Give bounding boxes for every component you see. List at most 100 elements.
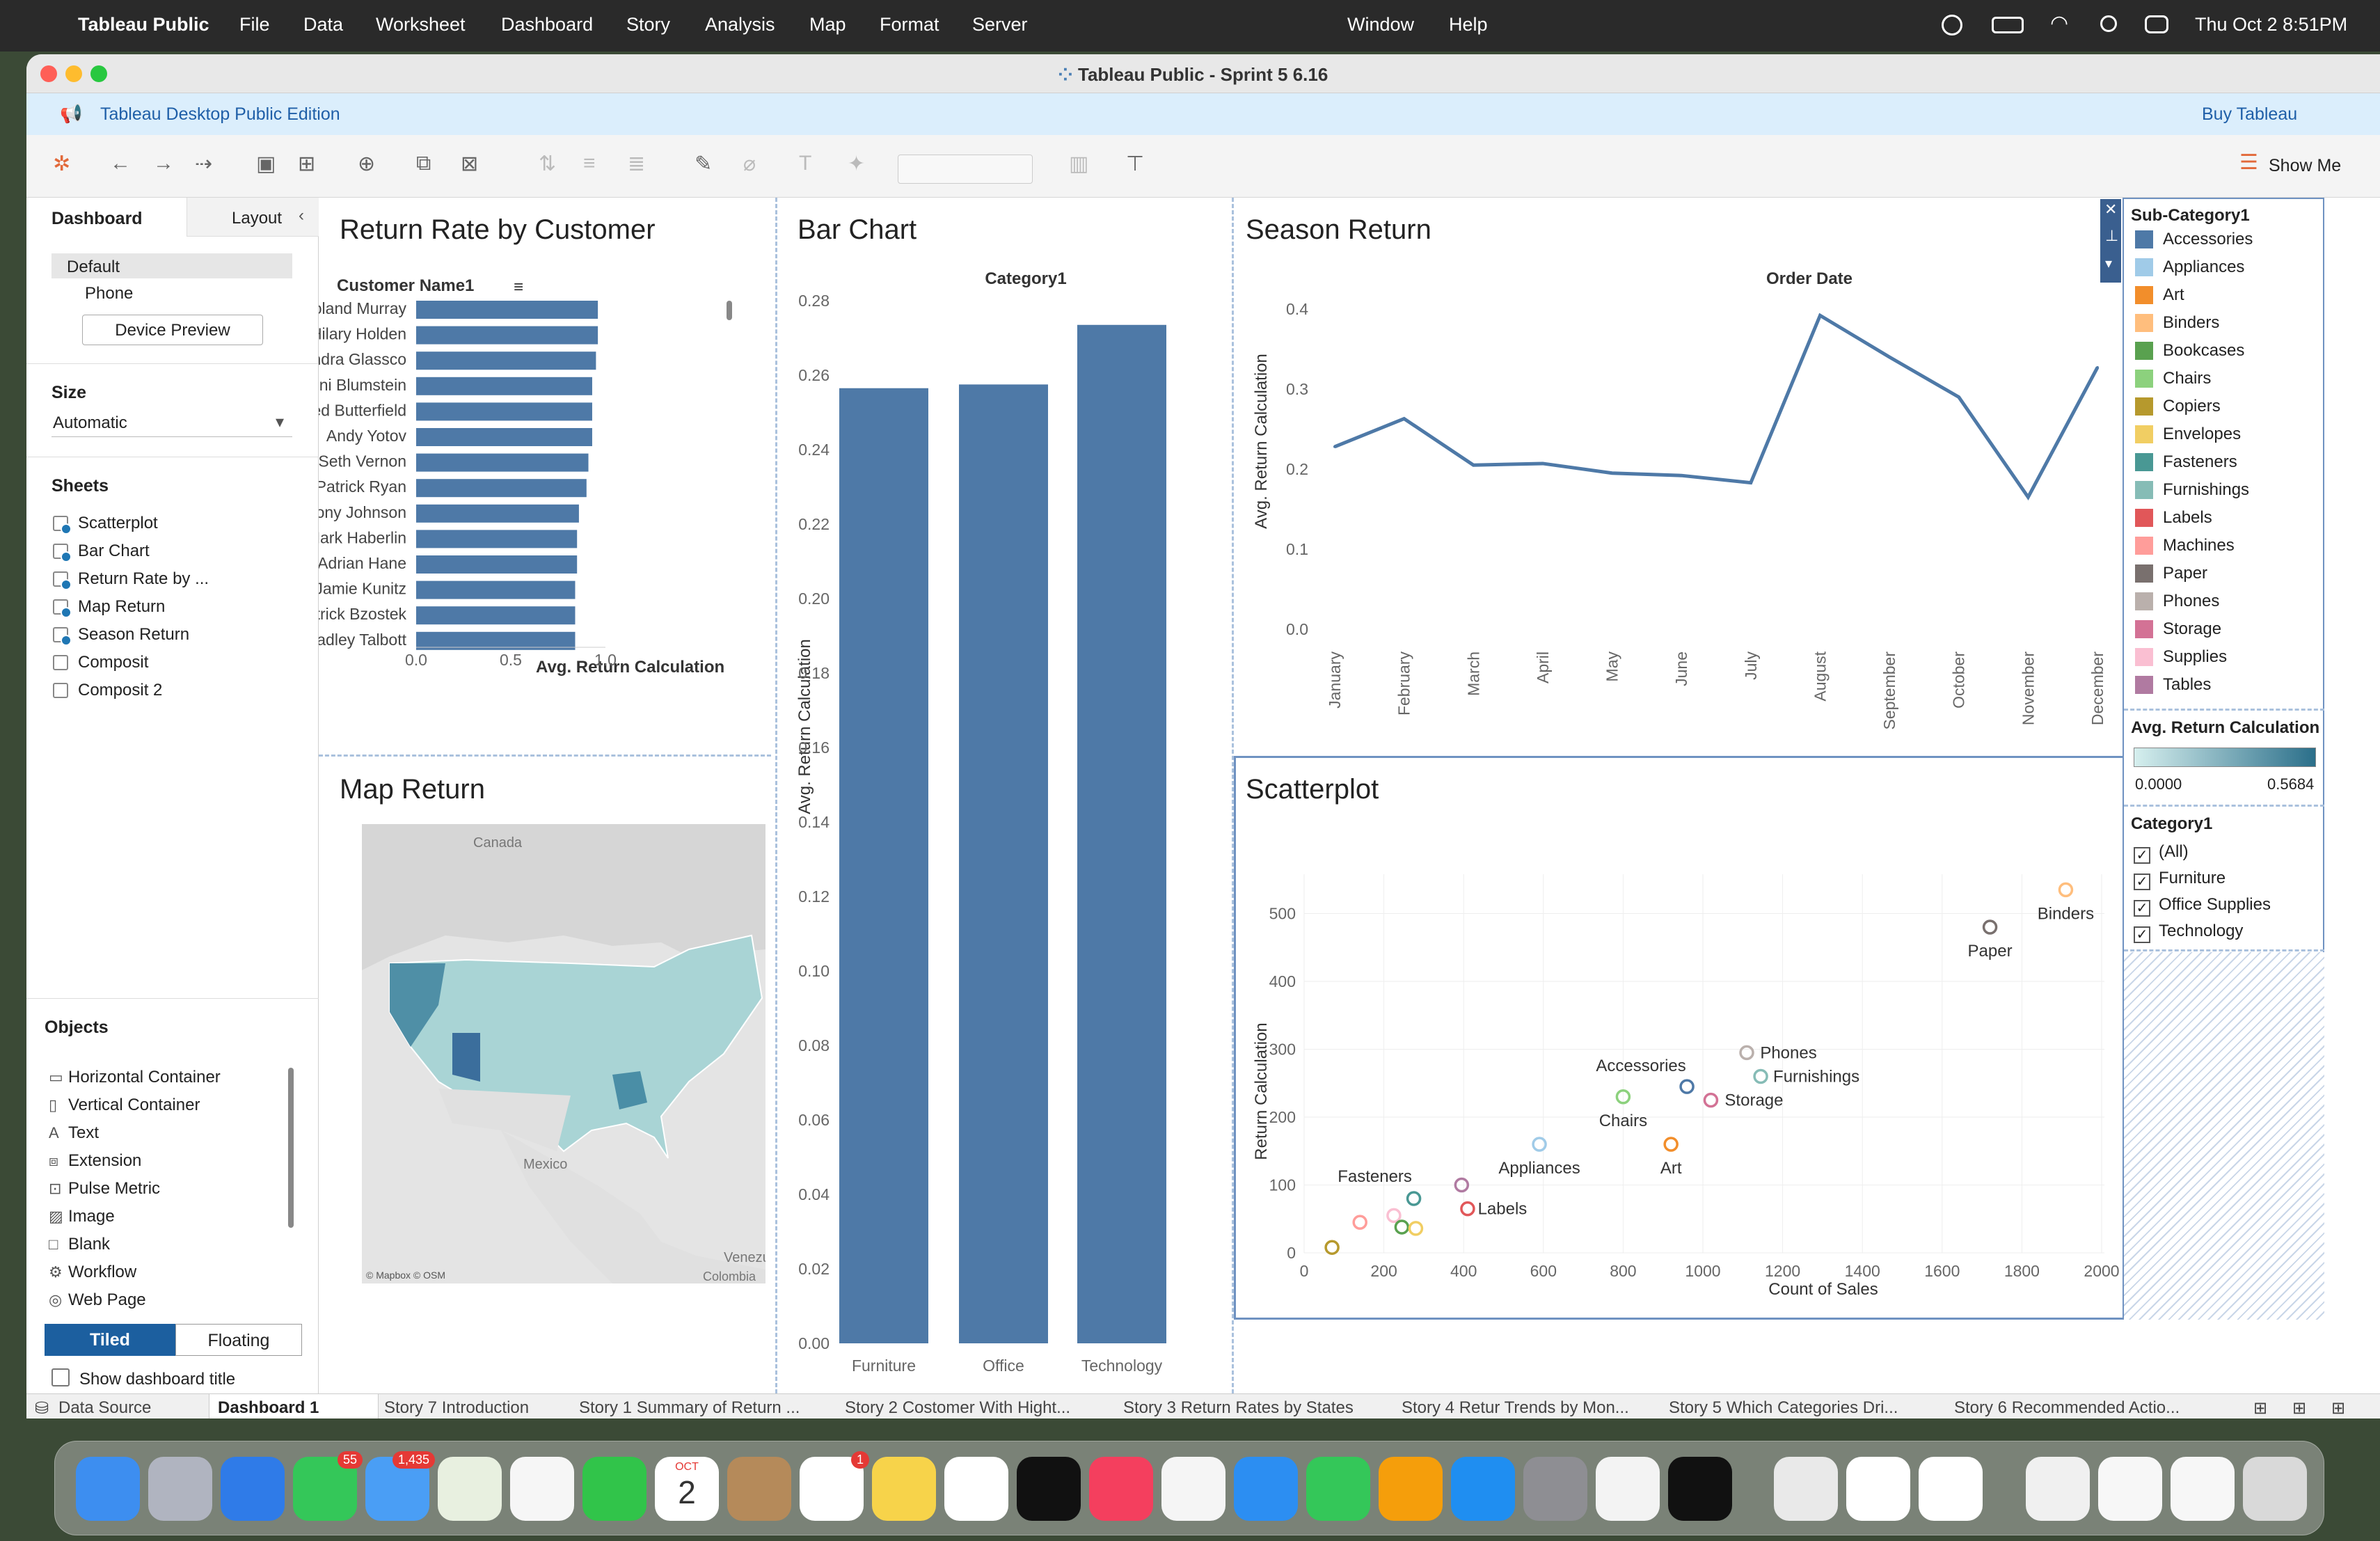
iphone-mirroring-icon[interactable]: [1596, 1457, 1660, 1521]
filter-all[interactable]: ✓ (All): [2134, 842, 2189, 864]
category-bar-chart[interactable]: Category1 Avg. Return Calculation 0.000.…: [779, 267, 1229, 1381]
pages-icon[interactable]: [1379, 1457, 1443, 1521]
more-options-icon[interactable]: ▾: [2105, 255, 2112, 272]
add-datasource-icon[interactable]: ⊞: [298, 152, 315, 180]
object-pulse-metric[interactable]: ⊡ Pulse Metric: [49, 1179, 160, 1199]
object-workflow[interactable]: ⚙ Workflow: [49, 1263, 136, 1282]
textedit-icon[interactable]: [1774, 1457, 1838, 1521]
new-dashboard-icon[interactable]: ⊞: [2292, 1398, 2306, 1418]
document-thumbnail-icon[interactable]: [2098, 1457, 2162, 1521]
tab-story-2[interactable]: Story 2 Costomer With Hight...: [845, 1398, 1070, 1418]
close-icon[interactable]: ✕: [2104, 200, 2117, 219]
menu-story[interactable]: Story: [626, 14, 670, 35]
save-icon[interactable]: ▣: [256, 152, 276, 180]
sheet-map-return[interactable]: Map Return: [53, 597, 165, 618]
object-blank[interactable]: □ Blank: [49, 1235, 110, 1254]
messages-icon[interactable]: 55: [293, 1451, 363, 1521]
keynote-icon[interactable]: [1234, 1457, 1298, 1521]
group-icon[interactable]: ⌀: [743, 152, 756, 180]
device-phone[interactable]: Phone: [85, 284, 133, 303]
finder-icon[interactable]: [76, 1457, 140, 1521]
menu-help[interactable]: Help: [1449, 14, 1488, 35]
reminders-icon[interactable]: 1: [800, 1451, 869, 1521]
menu-format[interactable]: Format: [880, 14, 939, 35]
us-choropleth[interactable]: [362, 824, 765, 1283]
sort-asc-icon[interactable]: ≡: [583, 152, 596, 180]
system-settings-icon[interactable]: [1523, 1457, 1587, 1521]
search-icon[interactable]: [2100, 15, 2117, 32]
app-menu[interactable]: Tableau Public: [78, 14, 209, 35]
legend-item[interactable]: Copiers: [2135, 397, 2221, 416]
numbers-icon[interactable]: [1306, 1457, 1370, 1521]
pin-icon[interactable]: ⊥: [2105, 227, 2118, 245]
new-story-icon[interactable]: ⊞: [2331, 1398, 2345, 1418]
floating-button[interactable]: Floating: [175, 1324, 302, 1356]
sheet-return-rate[interactable]: Return Rate by ...: [53, 569, 209, 590]
grammarly-icon[interactable]: [1942, 15, 1962, 35]
clear-sheet-icon[interactable]: ⊠: [461, 152, 478, 180]
legend-item[interactable]: Fasteners: [2135, 452, 2237, 472]
fit-dropdown[interactable]: [898, 155, 1033, 184]
sheet-season-return[interactable]: Season Return: [53, 625, 189, 646]
legend-item[interactable]: Labels: [2135, 508, 2212, 528]
legend-item[interactable]: Appliances: [2135, 258, 2244, 277]
menu-data[interactable]: Data: [303, 14, 343, 35]
legend-item[interactable]: Furnishings: [2135, 480, 2249, 500]
filter-furniture[interactable]: ✓ Furniture: [2134, 869, 2226, 890]
tab-story-7[interactable]: Story 7 Introduction: [384, 1398, 529, 1418]
mail-icon[interactable]: 1,435: [365, 1451, 435, 1521]
sheet-composit[interactable]: Composit: [53, 653, 148, 672]
calendar-icon[interactable]: OCT 2: [655, 1457, 719, 1521]
redo-icon[interactable]: →: [153, 152, 174, 180]
presentation-icon[interactable]: ⊤: [1126, 152, 1144, 180]
minimize-window-button[interactable]: [65, 65, 82, 82]
facetime-icon[interactable]: [582, 1457, 646, 1521]
safari-icon[interactable]: [221, 1457, 285, 1521]
apple-tv-icon[interactable]: [1017, 1457, 1081, 1521]
object-text[interactable]: A Text: [49, 1123, 99, 1143]
object-image[interactable]: ▨ Image: [49, 1207, 115, 1226]
size-dropdown[interactable]: Automatic ▾: [51, 406, 292, 437]
tableau-icon[interactable]: [1846, 1457, 1910, 1521]
battery-icon[interactable]: [1992, 17, 2024, 33]
clock[interactable]: Thu Oct 2 8:51PM: [2195, 14, 2347, 35]
map-view[interactable]: Canada Mexico Venezu Colombia © Mapbox ©…: [362, 824, 765, 1283]
tab-data-source[interactable]: Data Source: [58, 1398, 151, 1418]
labels-icon[interactable]: T: [799, 152, 811, 180]
menu-file[interactable]: File: [239, 14, 270, 35]
filter-technology[interactable]: ✓ Technology: [2134, 922, 2243, 943]
objects-scrollbar[interactable]: [288, 1068, 294, 1228]
trash-icon[interactable]: [2243, 1457, 2307, 1521]
checkbox-checked-icon[interactable]: ✓: [2134, 900, 2150, 917]
sort-desc-icon[interactable]: ≣: [628, 152, 645, 180]
tab-story-6[interactable]: Story 6 Recommended Actio...: [1954, 1398, 2180, 1418]
tiled-button[interactable]: Tiled: [45, 1324, 175, 1356]
highlight-icon[interactable]: ✎: [695, 152, 712, 180]
show-me-icon[interactable]: ☰: [2239, 150, 2258, 175]
maps-icon[interactable]: [438, 1457, 502, 1521]
object-extension[interactable]: ⧈ Extension: [49, 1151, 141, 1171]
document-thumbnail-icon[interactable]: [2026, 1457, 2090, 1521]
checkbox-checked-icon[interactable]: ✓: [2134, 874, 2150, 890]
app-store-icon[interactable]: [1451, 1457, 1515, 1521]
checkbox-checked-icon[interactable]: ✓: [2134, 847, 2150, 864]
checkbox-checked-icon[interactable]: ✓: [2134, 926, 2150, 943]
legend-item[interactable]: Paper: [2135, 564, 2207, 583]
menu-server[interactable]: Server: [972, 14, 1028, 35]
tab-story-5[interactable]: Story 5 Which Categories Dri...: [1669, 1398, 1898, 1418]
tab-layout[interactable]: Layout ‹: [187, 198, 319, 237]
object-horizontal-container[interactable]: ▭ Horizontal Container: [49, 1068, 221, 1087]
object-vertical-container[interactable]: ▯ Vertical Container: [49, 1096, 200, 1115]
duplicate-sheet-icon[interactable]: ⧉: [416, 152, 431, 180]
menu-dashboard[interactable]: Dashboard: [501, 14, 593, 35]
menu-window[interactable]: Window: [1347, 14, 1414, 35]
undo-icon[interactable]: ←: [110, 152, 131, 180]
music-icon[interactable]: [1089, 1457, 1153, 1521]
contacts-icon[interactable]: [727, 1457, 791, 1521]
collapse-icon[interactable]: ‹: [299, 206, 304, 226]
sort-icon[interactable]: ≡: [514, 278, 523, 297]
legend-item[interactable]: Supplies: [2135, 647, 2227, 667]
close-window-button[interactable]: [40, 65, 57, 82]
zoom-window-button[interactable]: [90, 65, 107, 82]
menu-worksheet[interactable]: Worksheet: [376, 14, 466, 35]
